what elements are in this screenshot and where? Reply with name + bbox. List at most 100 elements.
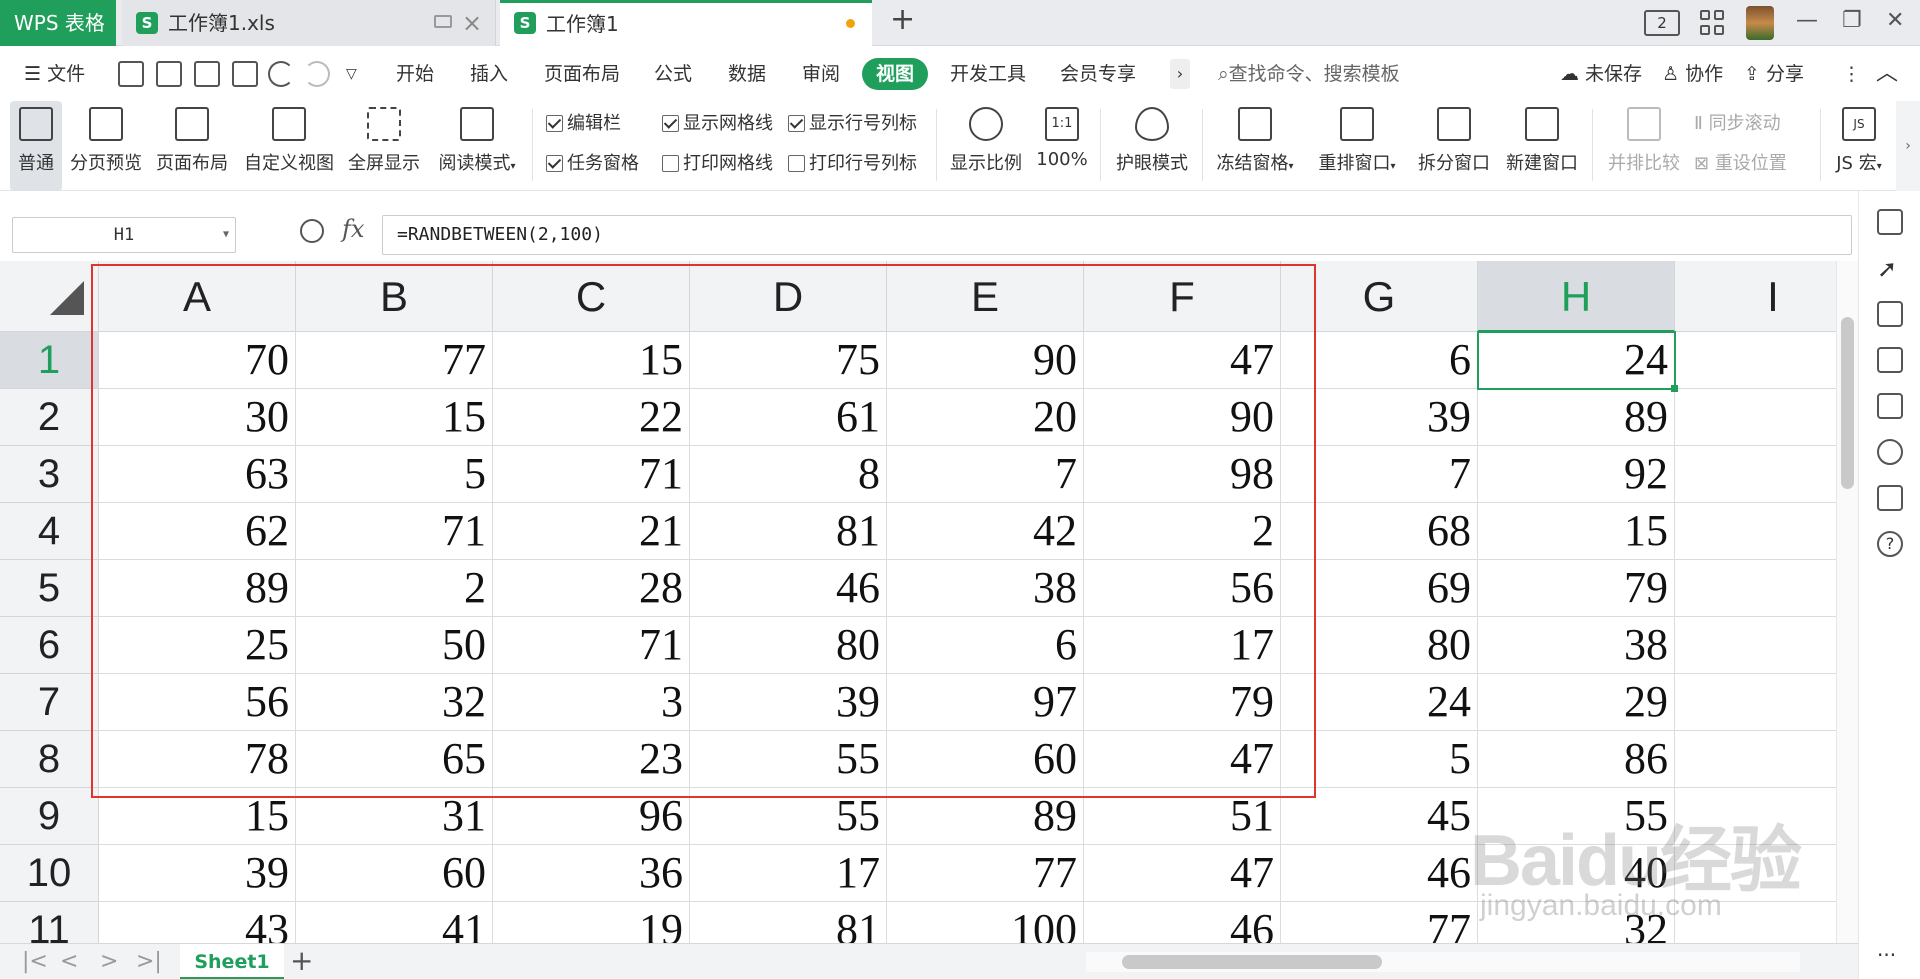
add-sheet-button[interactable]: +	[290, 944, 313, 978]
adjust-sliders-icon[interactable]	[1877, 301, 1903, 327]
table-cell[interactable]: 90	[1084, 389, 1281, 446]
row-header[interactable]: 3	[0, 446, 99, 503]
row-header[interactable]: 11	[0, 902, 99, 943]
table-cell[interactable]: 60	[887, 731, 1084, 788]
table-cell[interactable]: 75	[690, 332, 887, 389]
table-cell[interactable]: 90	[887, 332, 1084, 389]
tab-insert[interactable]: 插入	[470, 47, 508, 101]
table-cell[interactable]: 89	[1478, 389, 1675, 446]
table-cell[interactable]: 51	[1084, 788, 1281, 845]
table-cell[interactable]: 56	[1084, 560, 1281, 617]
table-cell[interactable]: 15	[296, 389, 493, 446]
task-pane-checkbox[interactable]: 任务窗格	[546, 151, 639, 177]
table-cell[interactable]: 3	[493, 674, 690, 731]
close-window-icon[interactable]: ✕	[1886, 8, 1904, 33]
tab-page-layout[interactable]: 页面布局	[544, 47, 620, 101]
tab-formulas[interactable]: 公式	[654, 47, 692, 101]
table-cell[interactable]: 56	[99, 674, 296, 731]
table-cell[interactable]: 30	[99, 389, 296, 446]
table-cell[interactable]: 86	[1478, 731, 1675, 788]
table-cell[interactable]: 68	[1281, 503, 1478, 560]
sort-icon[interactable]	[1877, 347, 1903, 373]
table-cell[interactable]: 43	[99, 902, 296, 943]
table-cell[interactable]: 32	[296, 674, 493, 731]
show-gridlines-checkbox[interactable]: 显示网格线	[662, 111, 773, 137]
close-tab-icon[interactable]: ×	[462, 0, 482, 46]
backup-icon[interactable]	[1877, 393, 1903, 419]
save-icon[interactable]	[118, 61, 144, 87]
table-cell[interactable]: 22	[493, 389, 690, 446]
row-header[interactable]: 1	[0, 332, 99, 389]
avatar[interactable]	[1746, 6, 1774, 40]
more-options-icon[interactable]: ⋮	[1842, 47, 1861, 101]
table-cell[interactable]: 50	[296, 617, 493, 674]
table-cell[interactable]: 100	[887, 902, 1084, 943]
table-cell[interactable]: 89	[99, 560, 296, 617]
table-cell[interactable]: 9	[1675, 617, 1838, 674]
row-header[interactable]: 7	[0, 674, 99, 731]
fill-handle[interactable]	[1671, 385, 1678, 392]
table-cell[interactable]: 42	[887, 503, 1084, 560]
fullscreen-button[interactable]: 全屏显示	[346, 101, 422, 191]
show-headers-checkbox[interactable]: 显示行号列标	[788, 111, 917, 137]
eye-protection-button[interactable]: 护眼模式	[1110, 101, 1194, 191]
restore-icon[interactable]: ❐	[1842, 8, 1862, 33]
row-header[interactable]: 9	[0, 788, 99, 845]
page-break-preview-button[interactable]: 分页预览	[68, 101, 144, 191]
column-header[interactable]: A	[99, 261, 296, 332]
document-tab-xls[interactable]: S 工作簿1.xls ×	[122, 0, 496, 46]
table-cell[interactable]: 79	[1478, 560, 1675, 617]
table-cell[interactable]: 71	[296, 503, 493, 560]
formula-input[interactable]: =RANDBETWEEN(2,100)	[382, 215, 1852, 255]
table-cell[interactable]: 8	[1675, 731, 1838, 788]
horizontal-scrollbar[interactable]	[1086, 952, 1800, 972]
collapse-ribbon-icon[interactable]: ︿	[1876, 47, 1898, 101]
page-layout-view-button[interactable]: 页面布局	[154, 101, 230, 191]
horizontal-scroll-thumb[interactable]	[1122, 955, 1382, 969]
row-header[interactable]: 5	[0, 560, 99, 617]
table-cell[interactable]: 15	[493, 332, 690, 389]
table-cell[interactable]: 70	[99, 332, 296, 389]
table-cell[interactable]: 24	[1478, 332, 1675, 389]
monitor-icon[interactable]	[434, 15, 452, 28]
table-cell[interactable]: 19	[493, 902, 690, 943]
table-cell[interactable]: 23	[493, 731, 690, 788]
table-cell[interactable]: 47	[1084, 845, 1281, 902]
table-cell[interactable]: 63	[99, 446, 296, 503]
table-cell[interactable]: 7	[1675, 389, 1838, 446]
vertical-scroll-thumb[interactable]	[1841, 317, 1854, 489]
table-cell[interactable]: 17	[690, 845, 887, 902]
table-cell[interactable]: 6	[1281, 332, 1478, 389]
table-cell[interactable]: 80	[1281, 617, 1478, 674]
table-cell[interactable]: 21	[493, 503, 690, 560]
formula-bar-checkbox[interactable]: 编辑栏	[546, 111, 621, 137]
sheet-tab-sheet1[interactable]: Sheet1	[180, 944, 284, 979]
table-cell[interactable]: 17	[1084, 617, 1281, 674]
table-cell[interactable]: 38	[1478, 617, 1675, 674]
table-cell[interactable]: 29	[1478, 674, 1675, 731]
reading-mode-button[interactable]: 阅读模式▾	[432, 101, 522, 191]
table-cell[interactable]: 24	[1281, 674, 1478, 731]
table-cell[interactable]: 2	[1675, 560, 1838, 617]
table-cell[interactable]: 41	[296, 902, 493, 943]
table-cell[interactable]: 60	[296, 845, 493, 902]
tab-view[interactable]: 视图	[862, 58, 929, 90]
row-header[interactable]: 2	[0, 389, 99, 446]
collaborate-button[interactable]: ♙ 协作	[1662, 47, 1723, 101]
table-cell[interactable]: 81	[690, 503, 887, 560]
table-cell[interactable]: 8	[690, 446, 887, 503]
table-cell[interactable]: 47	[1084, 731, 1281, 788]
ribbon-scroll-right-icon[interactable]: ›	[1896, 101, 1920, 191]
table-cell[interactable]: 55	[690, 788, 887, 845]
table-cell[interactable]: 15	[99, 788, 296, 845]
table-cell[interactable]: 6	[1675, 674, 1838, 731]
reset-position-button[interactable]: ⊠ 重设位置	[1694, 151, 1787, 177]
table-cell[interactable]: 31	[296, 788, 493, 845]
row-header[interactable]: 6	[0, 617, 99, 674]
table-cell[interactable]: 65	[296, 731, 493, 788]
table-cell[interactable]: 71	[493, 446, 690, 503]
table-cell[interactable]: 77	[1281, 902, 1478, 943]
table-cell[interactable]: 15	[1478, 503, 1675, 560]
table-cell[interactable]: 39	[99, 845, 296, 902]
table-cell[interactable]: 46	[690, 560, 887, 617]
